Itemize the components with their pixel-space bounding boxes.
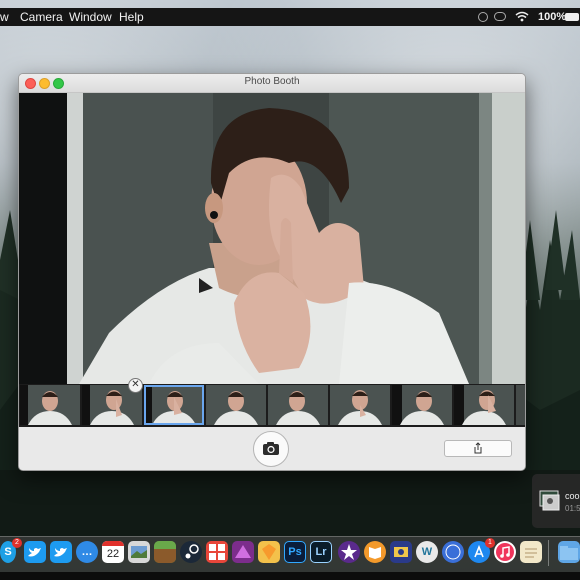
- photo-thumbnail-selected[interactable]: [144, 385, 204, 425]
- photoshop-icon[interactable]: Ps: [284, 541, 306, 563]
- itunes-icon[interactable]: [494, 541, 516, 563]
- twitter-icon[interactable]: [24, 541, 46, 563]
- menu-window[interactable]: Window: [69, 8, 112, 26]
- photo-thumbnail[interactable]: [268, 385, 328, 425]
- safari-icon[interactable]: [442, 541, 464, 563]
- battery-percent: 100%: [538, 11, 567, 23]
- photo-thumbnail[interactable]: [392, 385, 452, 425]
- battery-icon[interactable]: [565, 13, 580, 21]
- menu-view[interactable]: w: [0, 8, 9, 26]
- share-button[interactable]: [444, 440, 512, 457]
- app-store-badge: 1: [485, 538, 495, 548]
- imovie-icon[interactable]: [338, 541, 360, 563]
- steam-icon[interactable]: [180, 541, 202, 563]
- share-icon: [474, 442, 482, 454]
- photo-thumbnail[interactable]: [206, 385, 266, 425]
- skype-badge: 2: [12, 538, 22, 548]
- sketch-icon[interactable]: [258, 541, 280, 563]
- delete-photo-button[interactable]: ✕: [128, 378, 143, 393]
- photo-thumbnail[interactable]: [20, 385, 80, 425]
- creative-cloud-icon[interactable]: [494, 12, 506, 21]
- downloads-folder-icon[interactable]: [558, 541, 580, 563]
- title-bar: Photo Booth: [19, 74, 525, 93]
- messages-icon[interactable]: …: [76, 541, 98, 563]
- menu-help[interactable]: Help: [119, 8, 144, 26]
- minecraft-icon[interactable]: [154, 541, 176, 563]
- photo-thumbnail-partial[interactable]: [516, 385, 525, 425]
- notification-banner[interactable]: coo 01:5: [532, 474, 580, 528]
- tweetbot-icon[interactable]: [50, 541, 72, 563]
- notification-time: 01:5: [565, 504, 580, 513]
- window-title: Photo Booth: [244, 76, 300, 87]
- menu-camera[interactable]: Camera: [20, 8, 63, 26]
- photoshop-label: Ps: [288, 546, 302, 558]
- bottom-toolbar: [19, 427, 525, 470]
- calendar-date: 22: [106, 548, 120, 560]
- wordpress-icon[interactable]: W: [416, 541, 438, 563]
- photo-booth-notification-icon: [539, 490, 560, 511]
- screen-border: [0, 572, 580, 580]
- notification-title: coo: [565, 491, 580, 501]
- affinity-icon[interactable]: [232, 541, 254, 563]
- ibooks-icon[interactable]: [364, 541, 386, 563]
- lightroom-label: Lr: [315, 546, 327, 558]
- dock-divider: [548, 540, 549, 566]
- take-photo-button[interactable]: [253, 431, 289, 467]
- lightroom-icon[interactable]: Lr: [310, 541, 332, 563]
- status-icon[interactable]: [478, 12, 488, 22]
- image-capture-icon[interactable]: [390, 541, 412, 563]
- wifi-icon[interactable]: [515, 11, 529, 22]
- photo-thumbnail[interactable]: [454, 385, 514, 425]
- photo-booth-dock-icon[interactable]: [206, 541, 228, 563]
- notes-icon[interactable]: [520, 541, 542, 563]
- calendar-icon[interactable]: 22: [102, 541, 124, 563]
- camera-icon: [263, 442, 279, 455]
- thumbnail-strip: [19, 384, 525, 427]
- camera-preview-image: [19, 93, 525, 384]
- photo-booth-window: Photo Booth ✕: [18, 73, 526, 471]
- photo-thumbnail[interactable]: [330, 385, 390, 425]
- camera-preview: [19, 93, 525, 384]
- menu-bar: w Camera Window Help 100%: [0, 8, 580, 26]
- dock: S 2 … 22 Ps Lr W 1: [0, 536, 580, 573]
- preview-icon[interactable]: [128, 541, 150, 563]
